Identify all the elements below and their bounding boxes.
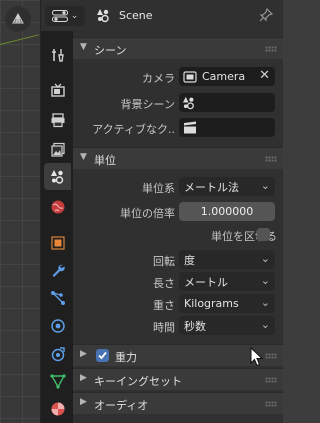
background-scene-field[interactable] [179,93,275,112]
keying-sets-panel-header[interactable]: ▶ キーイングセット [73,368,283,390]
tab-particles[interactable] [44,284,71,311]
clapperboard-icon [184,121,196,134]
active-clip-field[interactable] [179,118,275,137]
panel-collapsed-icon: ▶ [80,349,87,359]
chevron-down-icon: ⌄ [260,252,270,265]
active-clip-label: アクティブなク.. [92,123,175,136]
panel-expanded-icon: ▼ [80,42,87,52]
camera-label: カメラ [142,72,175,85]
tab-output[interactable] [44,106,71,133]
mouse-cursor-icon [250,347,264,367]
object-icon [50,235,65,250]
properties-content: ▼ シーン カメラ Camera ✕ 背景シーン アクティブなク.. ▼ 単位 … [73,31,283,423]
panel-collapsed-icon: ▶ [80,397,87,407]
audio-panel-title: オーディオ [94,399,149,412]
clear-icon[interactable]: ✕ [259,68,270,83]
unit-system-value: メートル法 [184,180,239,194]
mass-label: 重さ [153,299,175,312]
tab-material[interactable] [44,395,71,422]
properties-editor: ⌄ Scene ▼ シーン カメラ Camera ✕ 背景シーン アクティブなク… [40,0,283,423]
drag-handle-icon[interactable] [265,156,277,162]
tool-icon [51,48,64,62]
tab-object[interactable] [44,229,71,256]
camera-value: Camera [202,70,246,83]
y-axis-line [0,34,39,45]
editor-header: ⌄ Scene [41,0,283,31]
length-label: 長さ [153,277,175,290]
unit-system-dropdown[interactable]: メートル法 ⌄ [179,177,275,196]
context-title: Scene [119,9,153,22]
time-value: 秒数 [184,319,206,333]
unit-scale-field[interactable]: 1.000000 [179,202,275,221]
tab-render[interactable] [44,76,71,103]
camera-field[interactable]: Camera ✕ [179,67,275,86]
time-dropdown[interactable]: 秒数 ⌄ [179,316,275,335]
tab-tool[interactable] [44,41,71,68]
panel-collapsed-icon: ▶ [80,373,87,383]
grid-icon [12,12,24,24]
drag-handle-icon[interactable] [265,401,277,407]
scene-panel-header[interactable]: ▼ シーン [73,37,283,59]
scene-icon [96,8,112,26]
camera-object-icon [183,70,197,83]
units-panel-title: 単位 [94,154,116,167]
tab-data[interactable] [44,367,71,394]
gravity-panel-title: 重力 [115,351,137,364]
tab-physics[interactable] [44,312,71,339]
chevron-down-icon: ⌄ [260,296,270,309]
unit-system-label: 単位系 [142,182,175,195]
chevron-down-icon: ⌄ [70,11,79,21]
chevron-down-icon: ⌄ [260,318,270,331]
length-value: メートル [184,275,228,289]
checkmark-icon [98,351,107,360]
tab-world[interactable] [44,193,71,220]
mass-dropdown[interactable]: Kilograms ⌄ [179,294,275,313]
drag-handle-icon[interactable] [265,353,277,359]
time-label: 時間 [153,321,175,334]
rotation-label: 回転 [153,255,175,268]
audio-panel-header[interactable]: ▶ オーディオ [73,392,283,414]
particles-icon [50,290,65,305]
scene-icon [50,169,63,184]
separate-units-checkbox[interactable] [257,228,270,241]
mesh-data-icon [49,373,66,389]
constraints-icon [51,346,65,361]
drag-handle-icon[interactable] [265,46,277,52]
tab-scene[interactable] [44,163,71,190]
pin-icon[interactable] [259,7,274,25]
material-icon [51,402,64,415]
chevron-down-icon: ⌄ [260,274,270,287]
tab-view-layer[interactable] [44,136,71,163]
wrench-icon [52,264,65,277]
viewport-grid-button[interactable] [5,6,31,32]
physics-icon [50,318,65,333]
mass-value: Kilograms [184,297,239,310]
world-icon [51,200,64,213]
scene-icon [182,96,194,109]
unit-scale-value: 1.000000 [200,205,254,218]
tab-modifiers[interactable] [44,256,71,283]
tab-constraints[interactable] [44,340,71,367]
properties-editor-icon [51,10,68,22]
rotation-value: 度 [184,253,195,267]
view-layer-icon [50,142,65,157]
unit-scale-label: 単位の倍率 [120,207,175,220]
scene-panel-title: シーン [94,44,127,57]
output-icon [51,112,64,127]
gravity-checkbox[interactable] [96,349,109,362]
units-panel-header[interactable]: ▼ 単位 [73,147,283,169]
keying-sets-panel-title: キーイングセット [94,375,182,388]
chevron-down-icon: ⌄ [260,179,270,192]
panel-expanded-icon: ▼ [80,152,87,162]
background-scene-label: 背景シーン [120,98,175,111]
render-icon [50,83,65,97]
properties-tab-bar [41,31,73,423]
rotation-dropdown[interactable]: 度 ⌄ [179,250,275,269]
3d-viewport[interactable] [0,0,40,423]
drag-handle-icon[interactable] [265,377,277,383]
length-dropdown[interactable]: メートル ⌄ [179,272,275,291]
editor-type-dropdown[interactable]: ⌄ [45,6,85,26]
